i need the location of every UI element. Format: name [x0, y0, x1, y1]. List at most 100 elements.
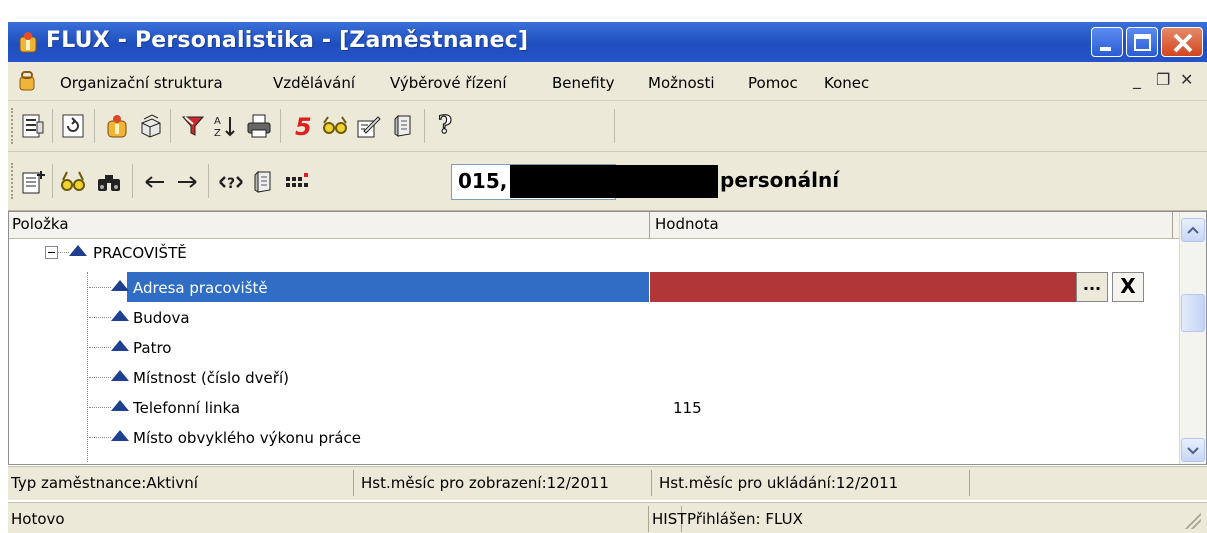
row-value-telefon[interactable]: 115	[673, 399, 702, 417]
book-icon[interactable]	[250, 169, 276, 195]
menu-vzdelavani[interactable]: Vzdělávání	[273, 74, 355, 92]
item-patro-icon	[111, 340, 129, 351]
title-bar[interactable]: FLUX - Personalistika - [Zaměstnanec]	[8, 22, 1207, 62]
svg-text:5: 5	[295, 113, 312, 139]
item-mistnost-icon	[111, 370, 129, 381]
toolbar-separator	[94, 109, 96, 143]
main-toolbar: AZ 5 ?	[8, 101, 1207, 152]
group-pracoviste[interactable]: PRACOVIŠTĚ	[93, 244, 187, 262]
row-label-mistnost[interactable]: Místnost (číslo dveří)	[133, 369, 289, 387]
record-id-text: 015,	[458, 169, 508, 193]
column-divider	[1172, 212, 1173, 238]
glasses-search-icon[interactable]	[60, 169, 86, 195]
clear-button[interactable]: X	[1112, 272, 1144, 302]
glasses-icon[interactable]	[322, 113, 348, 139]
svg-text:Z: Z	[214, 128, 221, 139]
menu-pomoc[interactable]: Pomoc	[748, 74, 798, 92]
column-header-hodnota[interactable]: Hodnota	[655, 215, 719, 233]
svg-text:A: A	[214, 116, 221, 127]
maximize-button[interactable]	[1126, 27, 1158, 57]
menu-organizacni-struktura[interactable]: Organizační struktura	[60, 74, 223, 92]
property-grid: Položka Hodnota PRACOVIŠTĚ ... X Adresa …	[8, 211, 1207, 465]
scroll-down-button[interactable]	[1181, 438, 1205, 462]
item-budova-icon	[111, 310, 129, 321]
row-label-misto-vykonu[interactable]: Místo obvyklého výkonu práce	[133, 429, 361, 447]
status-save-month: Hst.měsíc pro ukládání:12/2011	[656, 470, 970, 496]
organization-icon[interactable]	[104, 113, 130, 139]
row-label-patro[interactable]: Patro	[133, 339, 171, 357]
row-label-adresa[interactable]: Adresa pracoviště	[133, 279, 268, 297]
toolbar-separator	[208, 164, 210, 198]
tree-connector	[89, 317, 111, 318]
item-telefon-icon	[111, 400, 129, 411]
toolbar-separator	[52, 164, 54, 198]
grid-header: Položka Hodnota	[9, 212, 1179, 239]
new-record-icon[interactable]	[20, 169, 46, 195]
number-five-icon[interactable]: 5	[290, 113, 316, 139]
menu-vyberove-rizeni[interactable]: Výběrové řízení	[390, 74, 506, 92]
column-header-polozka[interactable]: Položka	[12, 215, 69, 233]
record-category: personální	[720, 168, 840, 192]
toolbar-separator	[424, 109, 426, 143]
group-pracoviste-icon	[69, 245, 87, 256]
selected-value-field[interactable]	[650, 272, 1076, 302]
toolbar-separator	[614, 109, 616, 143]
tree-connector	[89, 347, 111, 348]
tree-connector	[89, 437, 111, 438]
tree-connector	[89, 377, 111, 378]
query-icon[interactable]: ?	[218, 169, 244, 195]
row-label-budova[interactable]: Budova	[133, 309, 190, 327]
binoculars-icon[interactable]	[96, 169, 122, 195]
menu-konec[interactable]: Konec	[824, 74, 869, 92]
vertical-scrollbar[interactable]	[1179, 212, 1206, 464]
status-login: Přihlášen: FLUX	[687, 510, 803, 528]
ellipsis-button[interactable]: ...	[1076, 272, 1108, 302]
redacted-name	[510, 165, 718, 198]
item-misto-vykonu-icon	[111, 430, 129, 441]
row-label-telefon[interactable]: Telefonní linka	[133, 399, 240, 417]
toolbar-separator	[170, 109, 172, 143]
mdi-minimize-button[interactable]: _	[1133, 70, 1141, 89]
edit-form-icon[interactable]	[356, 113, 382, 139]
info-status-bar: Typ zaměstnance:Aktivní Hst.měsíc pro zo…	[8, 466, 1207, 500]
app-flux-icon	[19, 32, 37, 53]
column-divider[interactable]	[649, 212, 650, 238]
tree-connector	[89, 407, 111, 408]
form-icon[interactable]	[20, 113, 46, 139]
tree-line	[87, 272, 88, 462]
toolbar-grip[interactable]	[11, 108, 17, 144]
menu-moznosti[interactable]: Možnosti	[648, 74, 715, 92]
arrow-right-icon[interactable]	[174, 169, 200, 195]
copy-records-icon[interactable]	[138, 113, 164, 139]
menu-app-icon	[19, 71, 35, 91]
document-icon[interactable]	[390, 113, 416, 139]
status-ready: Hotovo	[11, 510, 65, 528]
help-icon[interactable]: ?	[432, 111, 458, 137]
tree-connector	[89, 287, 111, 288]
resize-grip[interactable]	[1183, 511, 1201, 529]
mdi-restore-button[interactable]: ❐	[1156, 70, 1170, 89]
refresh-icon[interactable]	[60, 113, 86, 139]
close-button[interactable]	[1161, 27, 1203, 57]
status-hist: HIST	[648, 506, 686, 532]
toolbar-grip[interactable]	[11, 163, 17, 199]
svg-text:?: ?	[227, 176, 235, 192]
menu-benefity[interactable]: Benefity	[552, 74, 614, 92]
chevron-up-icon	[1187, 226, 1199, 234]
status-display-month: Hst.měsíc pro zobrazení:12/2011	[358, 470, 652, 496]
mdi-close-button[interactable]: ✕	[1180, 70, 1193, 89]
print-icon[interactable]	[246, 113, 272, 139]
scroll-thumb[interactable]	[1181, 294, 1205, 332]
toolbar-separator	[52, 109, 54, 143]
minimize-button[interactable]	[1091, 27, 1123, 57]
toolbar-separator	[280, 109, 282, 143]
filter-icon[interactable]	[180, 113, 206, 139]
svg-text:?: ?	[438, 111, 452, 137]
grid-view-icon[interactable]	[284, 169, 310, 195]
window-title: FLUX - Personalistika - [Zaměstnanec]	[46, 28, 529, 53]
arrow-left-icon[interactable]	[142, 169, 168, 195]
navigation-toolbar: ? 015, personální	[8, 152, 1207, 211]
sort-az-icon[interactable]: AZ	[212, 113, 238, 139]
tree-connector	[57, 252, 69, 253]
scroll-up-button[interactable]	[1181, 218, 1205, 242]
